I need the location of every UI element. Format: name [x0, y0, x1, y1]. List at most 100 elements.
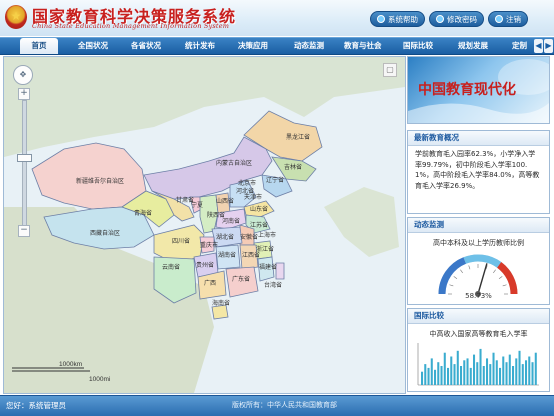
nav-decision[interactable]: 决策应用 — [238, 38, 268, 54]
label-tianjin: 天津市 — [244, 193, 262, 201]
intl-heading[interactable]: 国际比较 — [408, 309, 549, 324]
zoom-slider-track[interactable] — [22, 100, 27, 226]
intl-bar — [512, 366, 515, 385]
help-icon — [377, 15, 385, 23]
intl-bar — [521, 364, 524, 385]
main-nav: 首页 全国状况 各省状况 统计发布 决策应用 动态监测 教育与社会 国际比较 规… — [0, 37, 554, 55]
intl-bar — [508, 354, 511, 385]
intl-bar — [421, 371, 424, 385]
header-actions: 系统帮助 修改密码 注销 — [370, 11, 528, 27]
label-jilin: 吉林省 — [284, 163, 302, 171]
label-henan: 河南省 — [222, 217, 240, 225]
region-hainan[interactable] — [211, 304, 229, 320]
status-bar: 您好：系统管理员 版权所有：中华人民共和国教育部 — [0, 395, 554, 416]
app-header: ★ 国家教育科学决策服务系统 China State Education Man… — [0, 0, 554, 36]
intl-bar — [489, 364, 492, 385]
label-sichuan: 四川省 — [172, 237, 190, 245]
intl-bar — [437, 362, 440, 385]
logout-button[interactable]: 注销 — [488, 11, 528, 27]
nav-international[interactable]: 国际比较 — [403, 38, 433, 54]
intl-bar — [469, 367, 472, 385]
intl-bar — [443, 352, 446, 385]
intl-bar — [466, 358, 469, 385]
gauge-band-high — [496, 262, 518, 295]
intl-bar — [515, 358, 518, 385]
nav-society[interactable]: 教育与社会 — [344, 38, 382, 54]
map-pan-control[interactable]: ✥ — [13, 65, 33, 85]
intl-bar — [505, 362, 508, 385]
monitor-card: 动态监测 高中本科及以上学历教师比例 58.73% — [407, 217, 550, 305]
lock-icon — [436, 15, 444, 23]
intl-bar — [430, 358, 433, 385]
label-hunan: 湖南省 — [218, 251, 236, 259]
gauge-track — [438, 254, 518, 295]
change-password-button[interactable]: 修改密码 — [429, 11, 484, 27]
intl-bar — [525, 360, 528, 385]
modernization-banner[interactable]: 中国教育现代化 — [407, 56, 550, 124]
nav-prev-icon[interactable]: ◀ — [534, 39, 543, 53]
zoom-in-button[interactable]: + — [18, 88, 30, 100]
china-map[interactable]: 1000km 1000mi 黑龙江省 吉林省 辽宁省 内蒙古自治区 新疆维吾尔自… — [4, 57, 405, 393]
intl-bar — [492, 352, 495, 385]
intl-bar-chart — [417, 343, 539, 386]
system-subtitle: China State Education Management Informa… — [32, 22, 230, 30]
emblem-star-icon: ★ — [10, 9, 22, 23]
gauge-tick — [449, 284, 454, 287]
intl-bar — [456, 350, 459, 385]
gauge-tick — [460, 269, 463, 274]
nav-provinces[interactable]: 各省状况 — [131, 38, 161, 54]
national-emblem-logo: ★ — [5, 5, 27, 29]
nav-national[interactable]: 全国状况 — [78, 38, 108, 54]
nav-monitor[interactable]: 动态监测 — [294, 38, 324, 54]
nav-statistics[interactable]: 统计发布 — [185, 38, 215, 54]
scale-mi-label: 1000mi — [89, 376, 110, 383]
zoom-slider-handle[interactable] — [17, 154, 32, 162]
nav-home[interactable]: 首页 — [20, 38, 58, 54]
monitor-heading[interactable]: 动态监测 — [408, 218, 549, 233]
intl-bar — [460, 366, 463, 385]
zoom-out-button[interactable]: − — [18, 225, 30, 237]
gauge-tick — [468, 265, 471, 270]
label-chongqing: 重庆市 — [200, 241, 218, 249]
intl-bar — [453, 364, 456, 385]
label-hainan: 海南省 — [212, 299, 230, 307]
label-liaoning: 辽宁省 — [266, 176, 284, 184]
label-taiwan: 台湾省 — [264, 281, 282, 289]
intl-bar — [424, 364, 427, 385]
label-guangxi: 广西 — [204, 279, 216, 287]
gauge-tick — [453, 276, 458, 279]
label-yunnan: 云南省 — [162, 263, 180, 271]
region-taiwan[interactable] — [275, 262, 285, 280]
nav-planning[interactable]: 规划发展 — [458, 38, 488, 54]
gauge-tick — [493, 269, 496, 274]
gauge-tick — [502, 284, 507, 287]
news-card: 最新教育概况 学前教育毛入园率62.3%，小学净入学率99.79%，初中阶段毛入… — [407, 130, 550, 214]
label-fujian: 福建省 — [259, 263, 277, 271]
news-heading[interactable]: 最新教育概况 — [408, 131, 549, 146]
logout-icon — [495, 15, 503, 23]
monitor-caption: 高中本科及以上学历教师比例 — [433, 239, 524, 247]
label-anhui: 安徽省 — [240, 233, 258, 241]
label-jiangxi: 江西省 — [242, 251, 260, 259]
label-qinghai: 青海省 — [134, 209, 152, 217]
pan-arrows-icon: ✥ — [19, 70, 27, 79]
intl-bar — [434, 369, 437, 385]
banner-title: 中国教育现代化 — [418, 82, 516, 98]
help-button[interactable]: 系统帮助 — [370, 11, 425, 27]
label-hubei: 湖北省 — [216, 233, 234, 241]
label-shandong: 山东省 — [250, 205, 268, 213]
intl-card: 国际比较 中高收入国家高等教育毛入学率 — [407, 308, 550, 392]
intl-bar — [450, 356, 453, 385]
monitor-value: 58.73% — [465, 292, 492, 300]
intl-bar — [476, 362, 479, 385]
map-panel[interactable]: 1000km 1000mi 黑龙江省 吉林省 辽宁省 内蒙古自治区 新疆维吾尔自… — [3, 56, 406, 394]
nav-custom[interactable]: 定制 — [512, 38, 527, 54]
nav-next-icon[interactable]: ▶ — [544, 39, 553, 53]
intl-bar — [463, 360, 466, 385]
intl-bar — [479, 348, 482, 385]
label-shanghai: 上海市 — [258, 231, 276, 239]
scale-km-label: 1000km — [59, 361, 82, 368]
intl-bar — [502, 356, 505, 385]
map-layers-button[interactable]: ▢ — [383, 63, 397, 77]
right-sidebar: 中国教育现代化 最新教育概况 学前教育毛入园率62.3%，小学净入学率99.79… — [407, 56, 550, 392]
